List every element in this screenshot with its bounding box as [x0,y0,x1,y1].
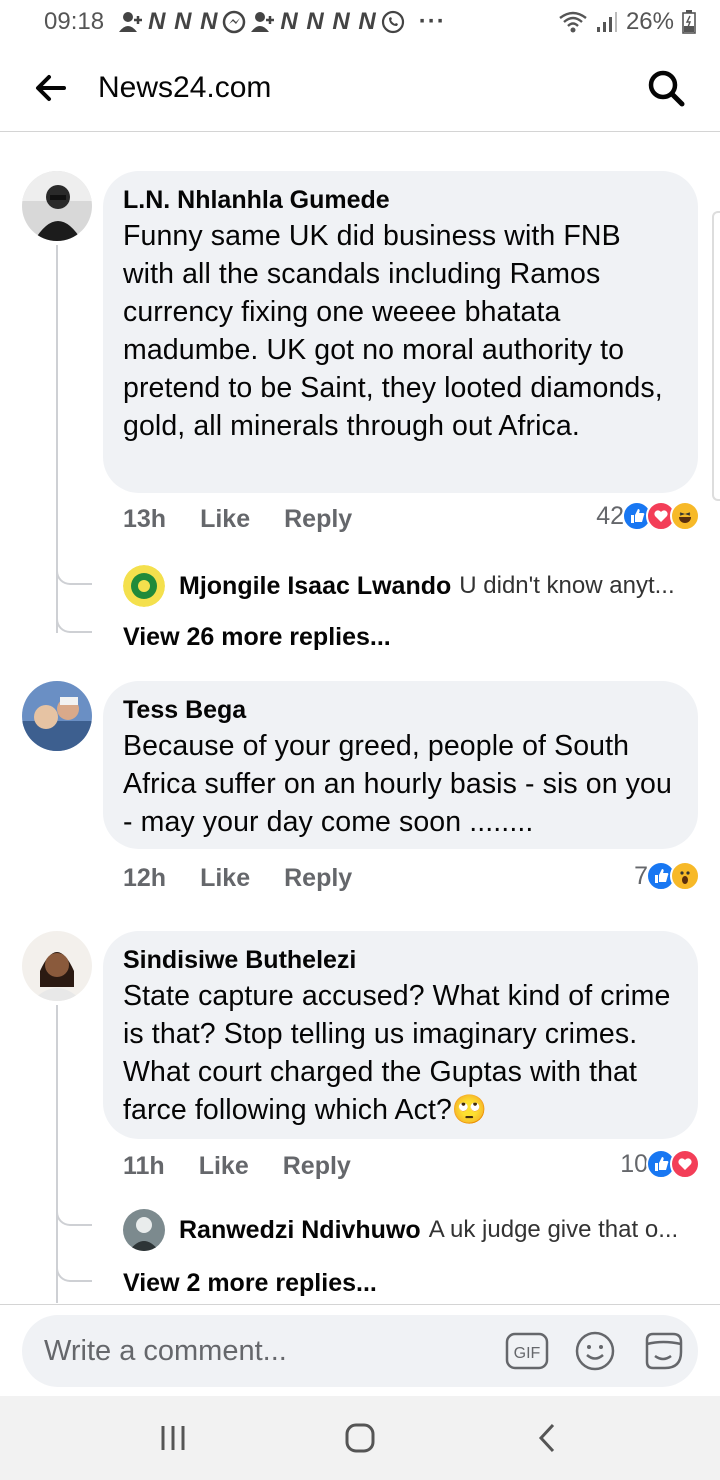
page-title: News24.com [98,70,272,104]
home-icon [345,1423,375,1453]
reply-avatar [123,1209,165,1251]
reply-button[interactable]: Reply [284,505,352,534]
reaction-count: 42 [596,501,624,530]
reply-preview[interactable]: Mjongile Isaac Lwando U didn't know anyt… [123,565,675,607]
comment-text: State capture accused? What kind of crim… [123,980,671,1126]
arrow-left-icon [36,74,66,101]
status-more: ··· [418,8,446,35]
wow-reaction-icon [670,861,700,891]
comment-author[interactable]: Sindisiwe Buthelezi [123,943,678,977]
reaction-count: 10 [620,1149,648,1178]
thread-line [56,1005,58,1303]
system-nav-bar [0,1396,720,1480]
signal-icon [596,12,617,32]
comment-bubble: Tess Bega Because of your greed, people … [103,681,698,849]
battery-icon [682,10,696,34]
reply-author[interactable]: Mjongile Isaac Lwando [179,572,451,601]
comment-input-placeholder: Write a comment... [44,1334,287,1367]
profile-photo-icon [22,681,92,751]
battery-percent: 26% [625,8,674,35]
composer-icons: GIF [504,1328,686,1374]
sticker-icon [645,1332,683,1370]
reply-button[interactable]: Reply [284,864,352,893]
notification-n-icons-2: N N N N [280,8,377,35]
back-nav-button[interactable] [507,1408,587,1468]
comment-actions: 13h Like Reply [123,505,352,534]
profile-photo-icon [22,171,92,241]
person-add-icon [119,12,143,32]
scroll-indicator [712,211,720,501]
reply-text: U didn't know anyt... [459,572,675,599]
sundowns-logo-icon [123,565,165,607]
search-icon [648,70,685,106]
like-button[interactable]: Like [199,1152,249,1181]
view-more-replies[interactable]: View 26 more replies... [123,623,391,652]
comment-author[interactable]: L.N. Nhlanhla Gumede [123,183,678,217]
avatar[interactable] [22,171,92,241]
profile-photo-icon [123,1209,165,1251]
back-button[interactable] [20,58,80,118]
like-button[interactable]: Like [200,505,250,534]
wifi-icon [559,11,587,33]
love-reaction-icon [670,1149,700,1179]
reply-avatar [123,565,165,607]
notification-icons: N N N N N N N ··· [118,8,446,36]
reply-text: A uk judge give that o... [428,1216,679,1243]
sticker-button[interactable] [640,1328,686,1374]
emoji-button[interactable] [572,1328,618,1374]
thread-connector [56,619,92,633]
comment-input[interactable]: Write a comment... GIF [22,1315,698,1387]
comment-bubble: L.N. Nhlanhla Gumede Funny same UK did b… [103,171,698,493]
thread-connector [56,1268,92,1282]
reaction-summary[interactable]: 10 [620,1149,700,1179]
haha-reaction-icon [670,501,700,531]
whatsapp-icon [381,10,404,34]
chevron-left-icon [538,1423,554,1453]
avatar[interactable] [22,681,92,751]
reply-preview[interactable]: Ranwedzi Ndivhuwo A uk judge give that o… [123,1209,678,1251]
thread-connector [56,1212,92,1226]
view-more-replies[interactable]: View 2 more replies... [123,1269,377,1298]
thread-connector [56,571,92,585]
status-time: 09:18 [44,8,105,35]
comment-actions: 12h Like Reply [123,864,352,893]
home-button[interactable] [320,1408,400,1468]
comment-bubble: Sindisiwe Buthelezi State capture accuse… [103,931,698,1139]
comments-list[interactable]: L.N. Nhlanhla Gumede Funny same UK did b… [0,133,720,1303]
comment-composer-bar: Write a comment... GIF [0,1304,720,1396]
gif-button[interactable]: GIF [504,1328,550,1374]
comment-time[interactable]: 11h [123,1152,165,1181]
comment-author[interactable]: Tess Bega [123,693,678,727]
comment-time[interactable]: 13h [123,505,166,534]
recent-apps-icon [161,1426,185,1450]
comment-time[interactable]: 12h [123,864,166,893]
status-bar: 09:18 N N N N N N N ··· 26% [0,0,720,44]
reaction-summary[interactable]: 42 [596,501,700,531]
status-right: 26% [558,8,696,36]
reply-button[interactable]: Reply [283,1152,351,1181]
comment-text: Funny same UK did business with FNB with… [123,220,663,442]
avatar[interactable] [22,931,92,1001]
profile-photo-icon [22,931,92,1001]
reply-author[interactable]: Ranwedzi Ndivhuwo [179,1216,421,1245]
gif-icon: GIF [505,1332,549,1370]
smiley-icon [575,1331,615,1371]
person-add-icon-2 [251,12,275,32]
recent-apps-button[interactable] [133,1408,213,1468]
comment-actions: 11h Like Reply [123,1152,351,1181]
gif-label: GIF [514,1345,541,1362]
messenger-icon [223,10,246,34]
top-app-bar: News24.com [0,44,720,132]
notification-n-icons: N N N [148,8,219,35]
search-button[interactable] [636,58,696,118]
reaction-summary[interactable]: 7 [634,861,700,891]
like-button[interactable]: Like [200,864,250,893]
comment-text: Because of your greed, people of South A… [123,730,672,838]
